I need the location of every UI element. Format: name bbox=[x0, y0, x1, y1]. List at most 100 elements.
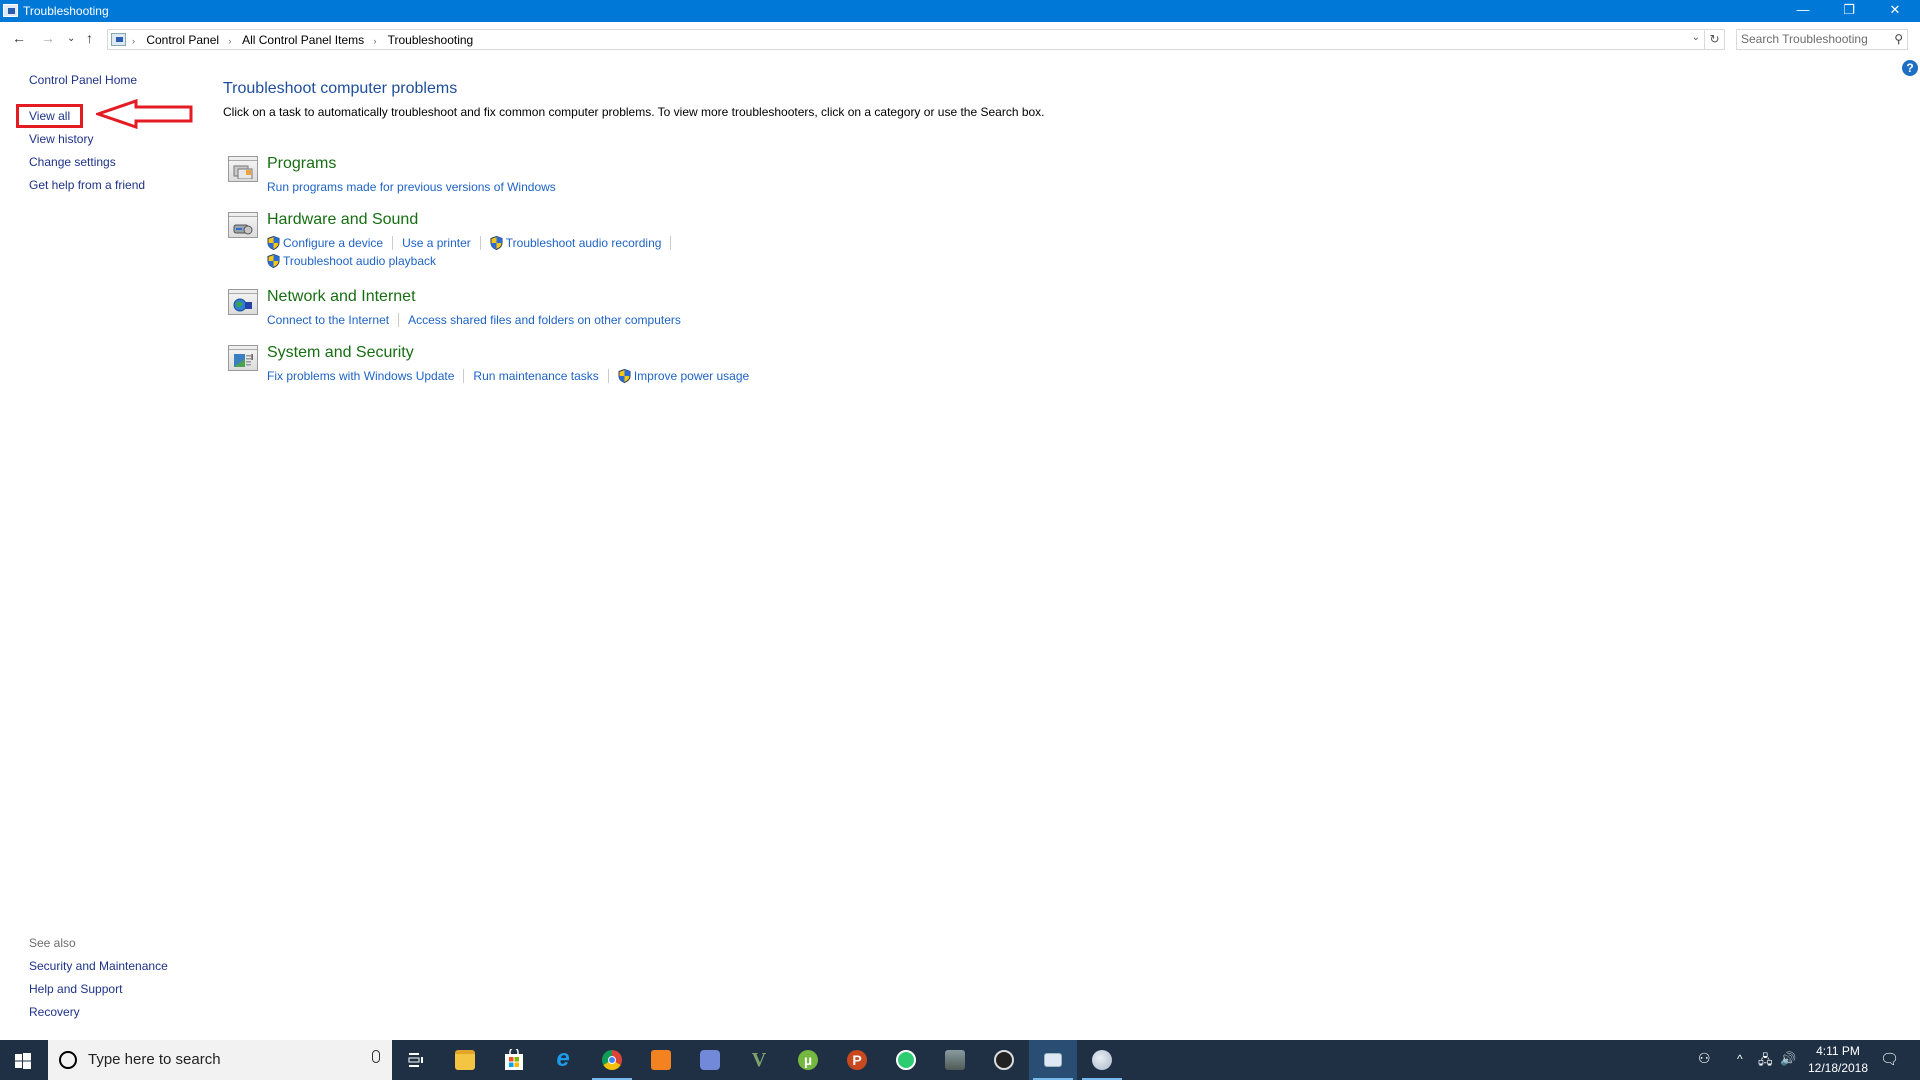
psiphon-button[interactable]: P bbox=[833, 1040, 881, 1080]
link-divider bbox=[479, 236, 481, 250]
breadcrumb-troubleshooting[interactable]: Troubleshooting bbox=[388, 33, 474, 47]
uac-shield-icon bbox=[490, 236, 503, 250]
breadcrumb-all-items[interactable]: All Control Panel Items bbox=[242, 33, 364, 47]
control-panel-home-link[interactable]: Control Panel Home bbox=[29, 73, 137, 87]
view-all-link[interactable]: View all bbox=[29, 109, 70, 123]
obs-button[interactable] bbox=[980, 1040, 1028, 1080]
link-label: Connect to the Internet bbox=[267, 313, 390, 327]
link-divider bbox=[398, 313, 400, 327]
access-shared-files-link[interactable]: Access shared files and folders on other… bbox=[408, 313, 681, 327]
start-button[interactable] bbox=[0, 1040, 48, 1080]
troubleshoot-audio-playback-link[interactable]: Troubleshoot audio playback bbox=[267, 254, 436, 268]
people-icon[interactable]: ⚇ bbox=[1698, 1050, 1711, 1090]
chrome-button[interactable] bbox=[588, 1040, 636, 1080]
minimize-button[interactable]: — bbox=[1780, 0, 1826, 22]
cortana-icon bbox=[59, 1051, 77, 1069]
microphone-icon[interactable] bbox=[372, 1050, 380, 1063]
uc-browser-icon bbox=[651, 1050, 671, 1070]
chrome-icon bbox=[602, 1050, 622, 1070]
use-printer-link[interactable]: Use a printer bbox=[402, 236, 471, 250]
search-input[interactable] bbox=[1741, 32, 1881, 46]
uac-shield-icon bbox=[618, 369, 631, 383]
breadcrumb-separator[interactable]: › bbox=[132, 36, 135, 46]
network-internet-title-link[interactable]: Network and Internet bbox=[267, 288, 416, 306]
recent-locations-button[interactable]: ⌄ bbox=[67, 33, 75, 44]
show-hidden-icons-chevron[interactable]: ^ bbox=[1737, 1052, 1743, 1092]
clock-time: 4:11 PM bbox=[1816, 1044, 1860, 1058]
store-button[interactable] bbox=[490, 1040, 538, 1080]
security-maintenance-link[interactable]: Security and Maintenance bbox=[29, 959, 168, 973]
forward-button[interactable]: → bbox=[41, 30, 55, 46]
search-box[interactable]: ⚲ bbox=[1736, 29, 1908, 50]
view-history-link[interactable]: View history bbox=[29, 132, 93, 146]
close-button[interactable]: ✕ bbox=[1872, 0, 1918, 22]
hardware-sound-icon bbox=[228, 212, 258, 238]
programs-icon bbox=[228, 156, 258, 182]
paint-button[interactable] bbox=[1078, 1040, 1126, 1080]
network-icon[interactable]: 🖧 bbox=[1758, 1051, 1773, 1091]
control-panel-icon bbox=[3, 4, 18, 17]
link-divider bbox=[607, 369, 609, 383]
task-view-button[interactable] bbox=[392, 1040, 440, 1080]
recovery-link[interactable]: Recovery bbox=[29, 1005, 80, 1019]
v-app-icon: V bbox=[751, 1049, 767, 1071]
search-icon[interactable]: ⚲ bbox=[1894, 32, 1903, 46]
chevron-down-icon[interactable]: ⌄ bbox=[1692, 32, 1700, 43]
internet-explorer-button[interactable]: e bbox=[539, 1040, 587, 1080]
discord-icon bbox=[700, 1050, 720, 1070]
up-button[interactable]: ↑ bbox=[86, 30, 93, 46]
whatsapp-icon bbox=[896, 1050, 916, 1070]
system-security-title-link[interactable]: System and Security bbox=[267, 344, 414, 362]
run-maintenance-link[interactable]: Run maintenance tasks bbox=[473, 369, 598, 383]
troubleshoot-audio-recording-link[interactable]: Troubleshoot audio recording bbox=[490, 236, 662, 250]
utorrent-icon: µ bbox=[798, 1050, 818, 1070]
paint-icon bbox=[1092, 1050, 1112, 1070]
connect-internet-link[interactable]: Connect to the Internet bbox=[267, 313, 389, 327]
breadcrumb-separator[interactable]: › bbox=[373, 36, 376, 46]
taskbar: Type here to search e V µ P ⚇ ^ 🖧 🔊 4:11… bbox=[0, 1040, 1920, 1080]
configure-device-link[interactable]: Configure a device bbox=[267, 236, 383, 250]
uac-shield-icon bbox=[267, 236, 280, 250]
link-divider bbox=[392, 236, 394, 250]
clock-date: 12/18/2018 bbox=[1807, 1061, 1869, 1075]
address-bar[interactable]: › Control Panel › All Control Panel Item… bbox=[107, 29, 1705, 50]
fix-windows-update-link[interactable]: Fix problems with Windows Update bbox=[267, 369, 454, 383]
title-bar: Troubleshooting — ❐ ✕ bbox=[0, 0, 1920, 22]
taskbar-search-box[interactable]: Type here to search bbox=[48, 1040, 392, 1080]
volume-icon[interactable]: 🔊 bbox=[1780, 1051, 1796, 1091]
run-old-programs-link[interactable]: Run programs made for previous versions … bbox=[267, 180, 556, 194]
action-center-icon[interactable]: 🗨 bbox=[1880, 1050, 1899, 1090]
link-label: Troubleshoot audio playback bbox=[283, 254, 436, 268]
clock[interactable]: 4:11 PM 12/18/2018 bbox=[1798, 1043, 1878, 1077]
breadcrumb-separator[interactable]: › bbox=[228, 36, 231, 46]
v-app-button[interactable]: V bbox=[735, 1040, 783, 1080]
utorrent-button[interactable]: µ bbox=[784, 1040, 832, 1080]
link-label: Run programs made for previous versions … bbox=[267, 180, 556, 194]
windows-logo-icon bbox=[15, 1053, 31, 1069]
left-pane: Control Panel Home View all View history… bbox=[0, 56, 200, 1036]
link-label: Improve power usage bbox=[633, 369, 750, 383]
file-explorer-button[interactable] bbox=[441, 1040, 489, 1080]
see-also-label: See also bbox=[29, 936, 76, 950]
help-button[interactable]: ? bbox=[1902, 60, 1918, 76]
change-settings-link[interactable]: Change settings bbox=[29, 155, 116, 169]
restore-button[interactable]: ❐ bbox=[1826, 0, 1872, 22]
obs-icon bbox=[994, 1050, 1014, 1070]
programs-title-link[interactable]: Programs bbox=[267, 155, 336, 173]
game-button[interactable] bbox=[931, 1040, 979, 1080]
whatsapp-button[interactable] bbox=[882, 1040, 930, 1080]
uc-browser-button[interactable] bbox=[637, 1040, 685, 1080]
discord-button[interactable] bbox=[686, 1040, 734, 1080]
control-panel-icon bbox=[111, 33, 126, 46]
control-panel-taskbar-button[interactable] bbox=[1029, 1040, 1077, 1080]
refresh-button[interactable]: ↻ bbox=[1705, 29, 1725, 50]
breadcrumb-control-panel[interactable]: Control Panel bbox=[146, 33, 219, 47]
improve-power-usage-link[interactable]: Improve power usage bbox=[618, 369, 749, 383]
system-security-icon bbox=[228, 345, 258, 371]
hardware-sound-title-link[interactable]: Hardware and Sound bbox=[267, 211, 418, 229]
link-divider bbox=[670, 236, 672, 250]
link-label: Troubleshoot audio recording bbox=[505, 236, 662, 250]
get-help-from-friend-link[interactable]: Get help from a friend bbox=[29, 178, 145, 192]
help-support-link[interactable]: Help and Support bbox=[29, 982, 122, 996]
back-button[interactable]: ← bbox=[12, 30, 26, 46]
